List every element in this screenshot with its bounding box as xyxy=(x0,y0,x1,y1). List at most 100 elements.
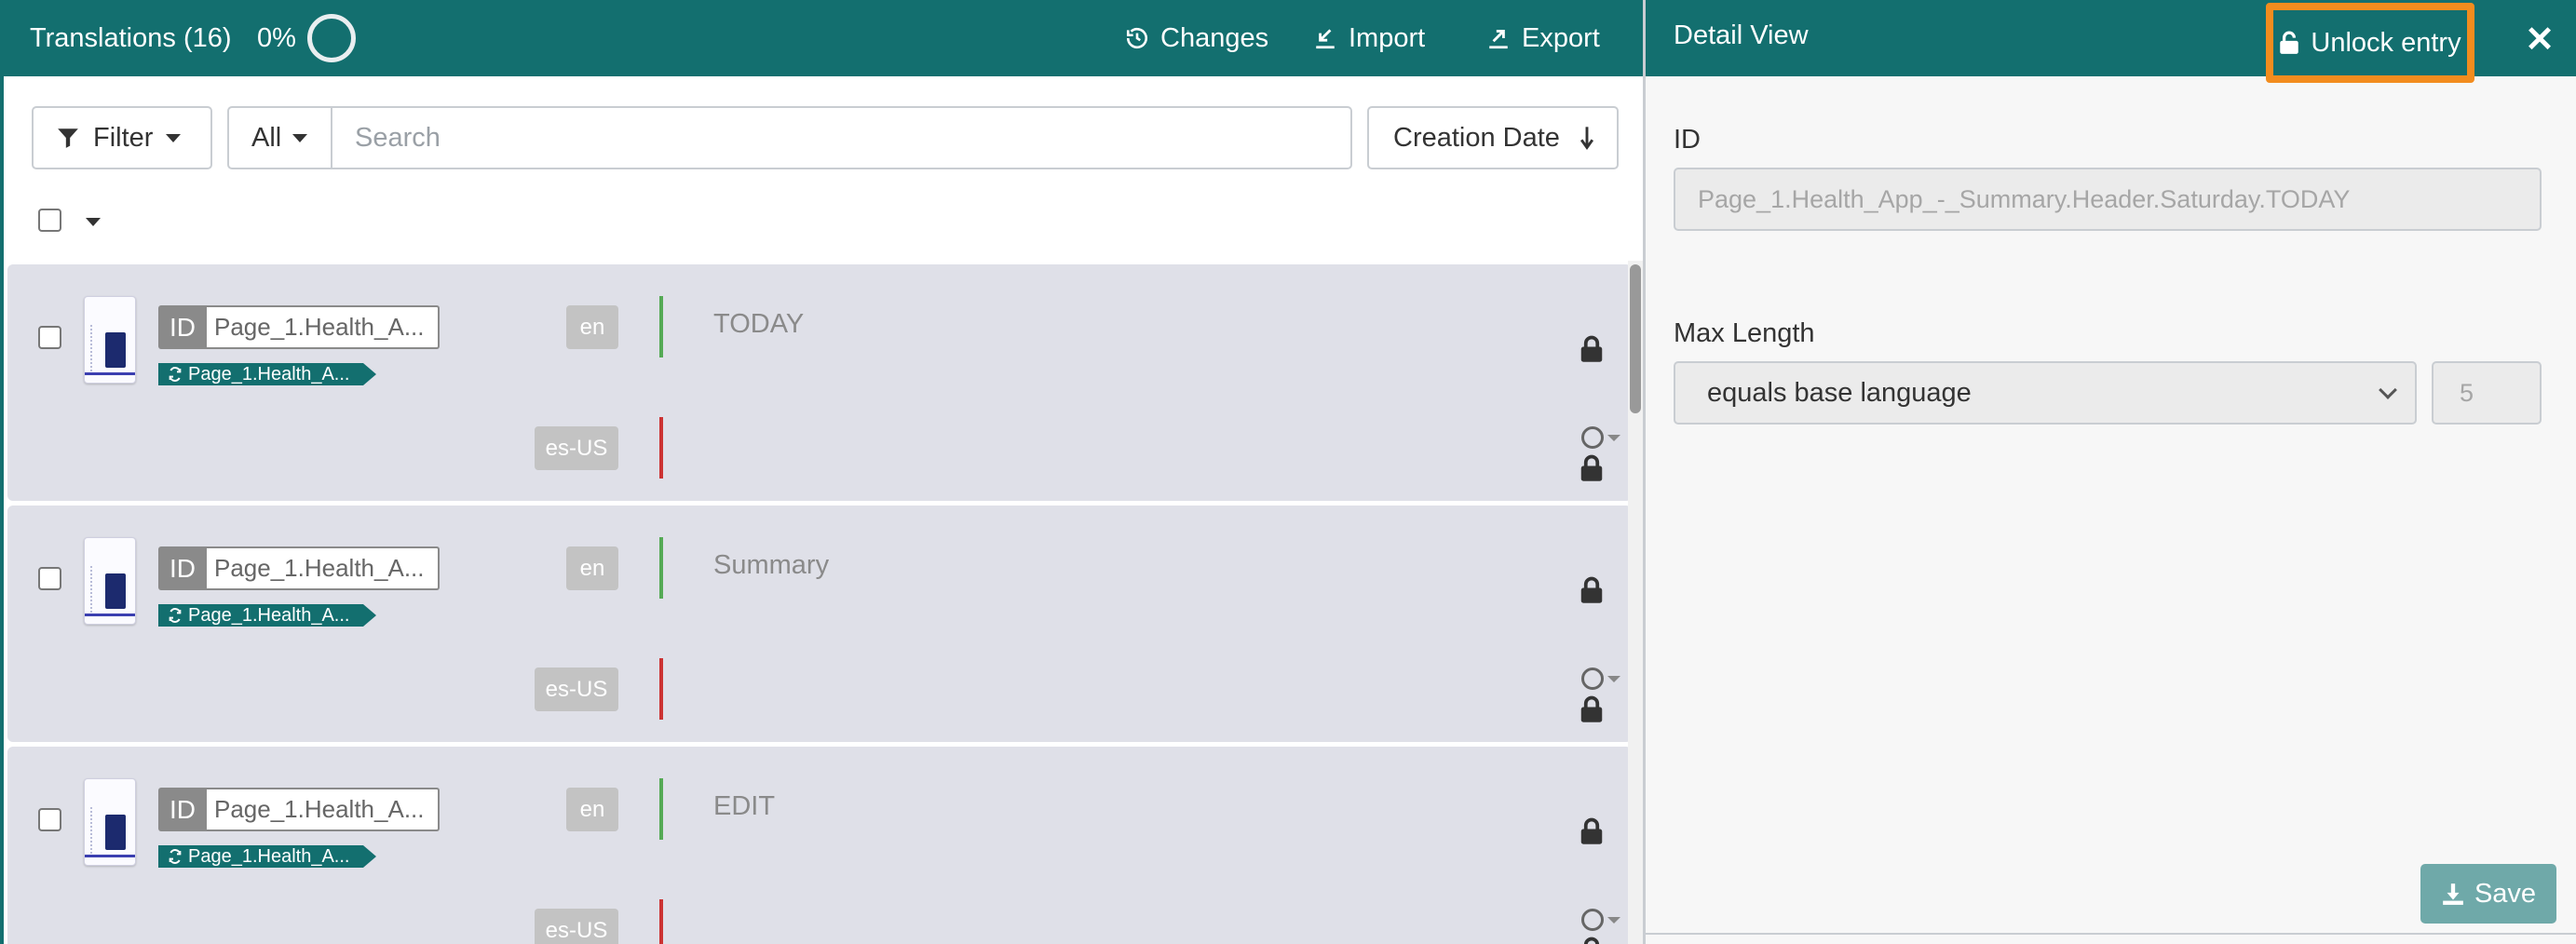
chevron-down-icon xyxy=(166,133,182,142)
detail-title: Detail View xyxy=(1674,20,1809,50)
save-label: Save xyxy=(2474,878,2537,909)
filter-label: Filter xyxy=(93,122,154,153)
base-language-badge: en xyxy=(566,788,618,831)
sort-label: Creation Date xyxy=(1393,122,1560,153)
status-dropdown[interactable] xyxy=(1581,909,1620,931)
import-label: Import xyxy=(1349,22,1426,53)
translation-row[interactable]: ID Page_1.Health_A... Page_1.Health_A...… xyxy=(7,264,1632,501)
sort-button[interactable]: Creation Date xyxy=(1367,106,1619,169)
detail-pane: Detail View Unlock entry ✕ ID Page_1.Hea… xyxy=(1643,0,2576,944)
base-status-line xyxy=(659,296,663,357)
export-label: Export xyxy=(1522,22,1600,53)
id-input: Page_1.Health_App_-_Summary.Header.Satur… xyxy=(1674,168,2542,231)
lock-icon[interactable] xyxy=(1579,817,1604,845)
translation-row[interactable]: ID Page_1.Health_A... Page_1.Health_A...… xyxy=(7,506,1632,742)
id-value[interactable]: Page_1.Health_A... xyxy=(207,546,440,590)
status-circle-icon xyxy=(1581,909,1604,931)
changes-button[interactable]: Changes xyxy=(1125,19,1268,58)
row-checkbox[interactable] xyxy=(38,808,61,831)
screen-tag-label: Page_1.Health_A... xyxy=(188,845,350,867)
changes-label: Changes xyxy=(1160,22,1269,53)
import-button[interactable]: Import xyxy=(1313,19,1425,58)
arrow-down-icon xyxy=(1579,127,1593,151)
screen-tag[interactable]: Page_1.Health_A... xyxy=(158,363,376,385)
detail-header: Detail View Unlock entry ✕ xyxy=(1646,0,2576,83)
target-language-badge: es-US xyxy=(535,909,618,944)
translations-header: Translations (16) 0% Changes Import Expo… xyxy=(4,0,1647,76)
export-icon xyxy=(1489,30,1508,49)
translation-row[interactable]: ID Page_1.Health_A... Page_1.Health_A...… xyxy=(7,747,1632,944)
max-length-mode-value: equals base language xyxy=(1707,377,1972,408)
chevron-down-icon xyxy=(1607,916,1620,924)
status-dropdown[interactable] xyxy=(1581,426,1620,449)
target-language-badge: es-US xyxy=(535,668,618,711)
scrollbar-thumb[interactable] xyxy=(1630,264,1641,413)
source-text[interactable]: EDIT xyxy=(713,791,775,822)
close-button[interactable]: ✕ xyxy=(2521,20,2558,60)
id-label: ID xyxy=(158,788,207,831)
lock-icon[interactable] xyxy=(1579,937,1604,944)
lock-icon[interactable] xyxy=(1579,576,1604,604)
base-status-line xyxy=(659,537,663,599)
row-checkbox[interactable] xyxy=(38,326,61,349)
sync-icon xyxy=(169,849,182,864)
scope-dropdown[interactable]: All xyxy=(227,106,332,169)
target-language-badge: es-US xyxy=(535,426,618,470)
screen-thumbnail[interactable] xyxy=(84,778,136,866)
id-field[interactable]: ID Page_1.Health_A... xyxy=(158,546,440,590)
id-value[interactable]: Page_1.Health_A... xyxy=(207,788,440,831)
translations-pane: Translations (16) 0% Changes Import Expo… xyxy=(0,0,1647,944)
id-field[interactable]: ID Page_1.Health_A... xyxy=(158,305,440,349)
download-icon xyxy=(2443,883,2463,905)
screen-tag-label: Page_1.Health_A... xyxy=(188,604,350,626)
target-status-line xyxy=(659,899,663,944)
lock-icon[interactable] xyxy=(1579,335,1604,363)
export-button[interactable]: Export xyxy=(1486,19,1600,58)
lock-icon[interactable] xyxy=(1579,695,1604,723)
chevron-down-icon xyxy=(1607,675,1620,682)
screen-tag-label: Page_1.Health_A... xyxy=(188,363,350,384)
row-checkbox[interactable] xyxy=(38,567,61,590)
base-status-line xyxy=(659,778,663,840)
base-language-badge: en xyxy=(566,546,618,590)
search-input[interactable] xyxy=(331,106,1352,169)
unlock-entry-label: Unlock entry xyxy=(2311,27,2461,58)
id-label: ID xyxy=(158,546,207,590)
select-all-checkbox[interactable] xyxy=(38,209,61,232)
scope-value: All xyxy=(251,122,282,153)
source-text[interactable]: Summary xyxy=(713,550,829,581)
max-length-label: Max Length xyxy=(1674,318,1815,348)
screen-tag[interactable]: Page_1.Health_A... xyxy=(158,845,376,868)
source-text[interactable]: TODAY xyxy=(713,309,804,340)
target-status-line xyxy=(659,417,663,479)
save-button[interactable]: Save xyxy=(2420,864,2556,924)
target-status-line xyxy=(659,658,663,720)
progress-ring xyxy=(307,14,356,62)
filter-button[interactable]: Filter xyxy=(32,106,212,169)
id-value[interactable]: Page_1.Health_A... xyxy=(207,305,440,349)
close-icon: ✕ xyxy=(2525,20,2555,60)
unlock-icon xyxy=(2280,31,2299,54)
select-options-dropdown[interactable] xyxy=(86,218,101,226)
max-length-mode-select[interactable]: equals base language xyxy=(1674,361,2417,425)
translations-title: Translations (16) xyxy=(30,23,232,53)
chevron-down-icon xyxy=(2379,381,2397,399)
sync-icon xyxy=(169,367,182,382)
screen-thumbnail[interactable] xyxy=(84,537,136,625)
id-field[interactable]: ID Page_1.Health_A... xyxy=(158,788,440,831)
unlock-entry-button[interactable]: Unlock entry xyxy=(2266,3,2474,83)
status-circle-icon xyxy=(1581,668,1604,690)
id-field-label: ID xyxy=(1674,125,1701,155)
filter-icon xyxy=(58,128,78,148)
screen-tag[interactable]: Page_1.Health_A... xyxy=(158,604,376,627)
base-language-badge: en xyxy=(566,305,618,349)
chevron-down-icon xyxy=(1607,434,1620,441)
import-icon xyxy=(1316,29,1335,49)
lock-icon[interactable] xyxy=(1579,454,1604,482)
screen-thumbnail[interactable] xyxy=(84,296,136,384)
max-length-input: 5 xyxy=(2432,361,2542,425)
divider xyxy=(1646,933,2576,935)
chevron-down-icon xyxy=(292,133,308,142)
status-dropdown[interactable] xyxy=(1581,668,1620,690)
id-label: ID xyxy=(158,305,207,349)
